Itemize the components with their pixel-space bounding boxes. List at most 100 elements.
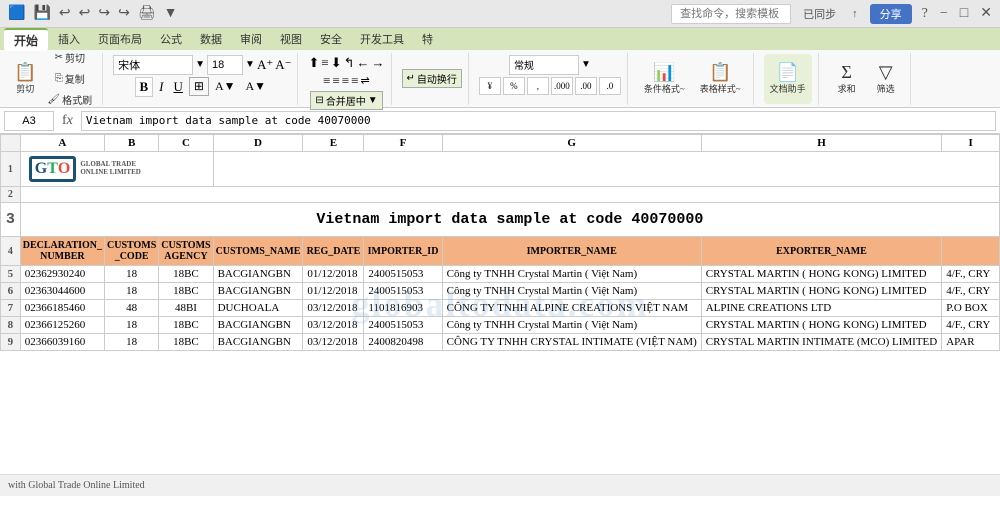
undo-icon[interactable]: ↩ [57, 3, 73, 24]
cell-code-4[interactable]: 18 [105, 317, 159, 334]
font-size-decrease-icon[interactable]: A⁻ [275, 57, 291, 73]
minimize-icon[interactable]: − [938, 4, 950, 24]
font-size-input[interactable] [207, 55, 243, 75]
cell-agency-1[interactable]: 18BC [159, 266, 213, 283]
cell-decl-2[interactable]: 02363044600 [20, 283, 104, 300]
font-color-button[interactable]: A▼ [242, 78, 271, 95]
italic-button[interactable]: I [155, 78, 167, 96]
tab-view[interactable]: 视图 [272, 29, 310, 49]
search-input[interactable] [671, 4, 791, 24]
cell-decl-3[interactable]: 02366185460 [20, 300, 104, 317]
table-style-button[interactable]: 📋 表格样式~ [694, 54, 747, 104]
tab-data[interactable]: 数据 [192, 29, 230, 49]
cell-decl-4[interactable]: 02366125260 [20, 317, 104, 334]
col-header-F[interactable]: F [364, 135, 442, 152]
num-format-input[interactable] [509, 55, 579, 75]
tab-start[interactable]: 开始 [4, 28, 48, 51]
copy-button[interactable]: ⎘ 复制 [43, 69, 96, 88]
cell-expname-2[interactable]: CRYSTAL MARTIN ( HONG KONG) LIMITED [701, 283, 941, 300]
cut-button[interactable]: ✂ 剪切 [43, 48, 96, 67]
cell-impname-1[interactable]: Công ty TNHH Crystal Martin ( Việt Nam) [442, 266, 701, 283]
more-icon[interactable]: ▼ [162, 4, 180, 24]
cell-cname-5[interactable]: BACGIANGBN [213, 334, 303, 351]
cell-code-2[interactable]: 18 [105, 283, 159, 300]
cell-extra-1[interactable]: 4/F., CRY [942, 266, 1000, 283]
cell-impid-4[interactable]: 2400515053 [364, 317, 442, 334]
indent-increase-icon[interactable]: → [372, 55, 385, 71]
align-distribute-icon[interactable]: ⇌ [361, 74, 370, 87]
cell-expname-4[interactable]: CRYSTAL MARTIN ( HONG KONG) LIMITED [701, 317, 941, 334]
save-icon[interactable]: 💾 [31, 3, 52, 24]
align-center-icon[interactable]: ≡ [333, 73, 340, 89]
decimal-000-button[interactable]: .000 [551, 77, 573, 95]
cell-expname-3[interactable]: ALPINE CREATIONS LTD [701, 300, 941, 317]
cell-expname-5[interactable]: CRYSTAL MARTIN INTIMATE (MCO) LIMITED [701, 334, 941, 351]
cell-extra-5[interactable]: APAR [942, 334, 1000, 351]
comma-button[interactable]: , [527, 77, 549, 95]
font-name-input[interactable] [113, 55, 193, 75]
cell-extra-2[interactable]: 4/F., CRY [942, 283, 1000, 300]
col-header-H[interactable]: H [701, 135, 941, 152]
redo2-icon[interactable]: ↪ [116, 3, 132, 24]
filter-button[interactable]: ▽ 筛选 [868, 54, 904, 104]
cell-impid-1[interactable]: 2400515053 [364, 266, 442, 283]
font-size-dropdown-icon[interactable]: ▼ [245, 59, 255, 70]
font-size-increase-icon[interactable]: A⁺ [257, 57, 273, 73]
align-middle-icon[interactable]: ≡ [321, 55, 328, 71]
align-right-icon[interactable]: ≡ [342, 73, 349, 89]
cell-regdate-2[interactable]: 01/12/2018 [303, 283, 364, 300]
cell-regdate-5[interactable]: 03/12/2018 [303, 334, 364, 351]
close-icon[interactable]: ✕ [978, 3, 994, 24]
cond-format-button[interactable]: 📊 条件格式~ [638, 54, 691, 104]
decrease-decimal-button[interactable]: .0 [599, 77, 621, 95]
cell-impid-3[interactable]: 1101816903 [364, 300, 442, 317]
cell-regdate-4[interactable]: 03/12/2018 [303, 317, 364, 334]
cell-expname-1[interactable]: CRYSTAL MARTIN ( HONG KONG) LIMITED [701, 266, 941, 283]
share-button[interactable]: 分享 [870, 4, 912, 24]
tab-special[interactable]: 特 [414, 29, 441, 49]
tab-developer[interactable]: 开发工具 [352, 29, 412, 49]
fill-color-button[interactable]: A▼ [211, 78, 240, 95]
cell-impid-2[interactable]: 2400515053 [364, 283, 442, 300]
wrap-button[interactable]: ↵ 自动换行 [402, 69, 462, 88]
cell-agency-4[interactable]: 18BC [159, 317, 213, 334]
tab-formula[interactable]: 公式 [152, 29, 190, 49]
tab-page-layout[interactable]: 页面布局 [90, 29, 150, 49]
cell-reference-input[interactable] [4, 111, 54, 131]
cell-impname-5[interactable]: CÔNG TY TNHH CRYSTAL INTIMATE (VIỆT NAM) [442, 334, 701, 351]
tab-insert[interactable]: 插入 [50, 29, 88, 49]
cell-extra-4[interactable]: 4/F., CRY [942, 317, 1000, 334]
indent-decrease-icon[interactable]: ← [357, 55, 370, 71]
redo-icon[interactable]: ↪ [96, 3, 112, 24]
col-header-E[interactable]: E [303, 135, 364, 152]
percent-button[interactable]: % [503, 77, 525, 95]
print-icon[interactable]: 🖨 [136, 3, 158, 24]
maximize-icon[interactable]: □ [958, 4, 970, 24]
cell-decl-1[interactable]: 02362930240 [20, 266, 104, 283]
sum-button[interactable]: Σ 求和 [829, 54, 865, 104]
tab-security[interactable]: 安全 [312, 29, 350, 49]
cell-cname-3[interactable]: DUCHOALA [213, 300, 303, 317]
align-justify-icon[interactable]: ≡ [351, 73, 358, 89]
format-brush-button[interactable]: 🖌 格式刷 [43, 90, 96, 109]
cell-impid-5[interactable]: 2400820498 [364, 334, 442, 351]
col-header-B[interactable]: B [105, 135, 159, 152]
help-icon[interactable]: ? [920, 4, 930, 24]
bold-button[interactable]: B [135, 77, 154, 97]
align-left-icon[interactable]: ≡ [323, 73, 330, 89]
cell-regdate-1[interactable]: 01/12/2018 [303, 266, 364, 283]
cell-cname-4[interactable]: BACGIANGBN [213, 317, 303, 334]
cell-impname-3[interactable]: CÔNG TY TNHH ALPINE CREATIONS VIỆT NAM [442, 300, 701, 317]
underline-button[interactable]: U [170, 78, 187, 96]
num-format-dropdown-icon[interactable]: ▼ [581, 59, 591, 70]
font-name-dropdown-icon[interactable]: ▼ [195, 59, 205, 70]
cell-cname-2[interactable]: BACGIANGBN [213, 283, 303, 300]
align-top-icon[interactable]: ⬆ [308, 55, 319, 71]
doc-assist-button[interactable]: 📄 文档助手 [764, 54, 812, 104]
cell-cname-1[interactable]: BACGIANGBN [213, 266, 303, 283]
cell-agency-3[interactable]: 48BI [159, 300, 213, 317]
align-bottom-icon[interactable]: ⬇ [331, 55, 342, 71]
merge-center-button[interactable]: ⊟ 合并居中 ▼ [310, 91, 382, 110]
increase-decimal-button[interactable]: .00 [575, 77, 597, 95]
share-action[interactable]: ↑ [848, 6, 862, 22]
